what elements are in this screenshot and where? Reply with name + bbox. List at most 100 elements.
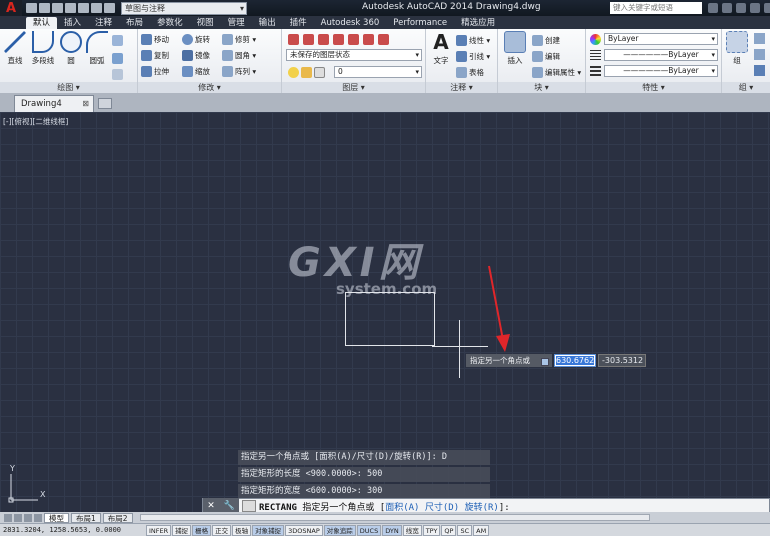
- color-select[interactable]: ByLayer: [604, 33, 718, 45]
- viewport-controls[interactable]: [-][俯视][二维线框]: [3, 116, 68, 127]
- modify-panel-title[interactable]: 修改 ▾: [138, 82, 281, 93]
- close-icon[interactable]: ⊠: [82, 96, 89, 112]
- fillet-button[interactable]: 圆角 ▾: [222, 48, 256, 62]
- status-ducs[interactable]: DUCS: [356, 524, 382, 536]
- command-option-area[interactable]: 面积(A): [385, 503, 419, 513]
- status-lineweight[interactable]: 线宽: [402, 524, 422, 536]
- leader-button[interactable]: 引线 ▾: [456, 49, 490, 63]
- circle-button[interactable]: 圆: [58, 31, 84, 66]
- document-tab[interactable]: Drawing4 ⊠: [14, 95, 94, 112]
- scale-button[interactable]: 缩放: [182, 64, 210, 78]
- draw-region-button[interactable]: [112, 67, 123, 81]
- redo-icon[interactable]: [104, 3, 115, 13]
- search-input[interactable]: 键入关键字或短语: [610, 2, 702, 14]
- draw-panel-title[interactable]: 绘图 ▾: [0, 82, 137, 93]
- stretch-button[interactable]: 拉伸: [141, 64, 169, 78]
- new-icon[interactable]: [26, 3, 37, 13]
- sun-icon[interactable]: [301, 66, 312, 78]
- prev-layout-icon[interactable]: [14, 513, 22, 522]
- status-snap[interactable]: 捕捉: [172, 524, 192, 536]
- tab-performance[interactable]: Performance: [386, 17, 454, 29]
- lineweight-select[interactable]: ——————ByLayer: [604, 65, 718, 77]
- layer-properties-icon[interactable]: [288, 33, 299, 45]
- status-am[interactable]: AM: [473, 524, 490, 536]
- create-block-button[interactable]: 创建: [532, 33, 560, 47]
- dynamic-input-options-icon[interactable]: [541, 358, 549, 366]
- workspace-select[interactable]: 草图与注释: [121, 1, 247, 15]
- current-layer-select[interactable]: 0: [334, 66, 422, 78]
- command-input[interactable]: RECTANG 指定另一个角点或 [面积(A) 尺寸(D) 旋转(R)]:: [259, 500, 510, 513]
- tab-default[interactable]: 默认: [26, 17, 58, 29]
- tab-manage[interactable]: 管理: [221, 17, 252, 29]
- tab-autodesk-360[interactable]: Autodesk 360: [314, 17, 387, 29]
- table-button[interactable]: 表格: [456, 65, 484, 79]
- edit-attribute-button[interactable]: 编辑属性 ▾: [532, 65, 581, 79]
- layer-lock-icon[interactable]: [348, 33, 359, 45]
- unlock-icon[interactable]: [314, 66, 325, 78]
- ungroup-icon[interactable]: [754, 33, 765, 44]
- layer-freeze-icon[interactable]: [333, 33, 344, 45]
- array-button[interactable]: 阵列 ▾: [222, 64, 256, 78]
- insert-block-button[interactable]: 插入: [502, 31, 528, 66]
- undo-icon[interactable]: [91, 3, 102, 13]
- layer-previous-icon[interactable]: [378, 33, 389, 45]
- minimize-icon[interactable]: [750, 3, 760, 13]
- tab-layout[interactable]: 布局: [119, 17, 150, 29]
- first-layout-icon[interactable]: [4, 513, 12, 522]
- status-sc[interactable]: SC: [457, 524, 473, 536]
- arc-button[interactable]: 圆弧: [84, 31, 110, 66]
- status-tpy[interactable]: TPY: [422, 524, 441, 536]
- last-layout-icon[interactable]: [34, 513, 42, 522]
- mirror-button[interactable]: 镜像: [182, 48, 210, 62]
- text-button[interactable]: A 文字: [428, 31, 454, 66]
- save-as-icon[interactable]: [65, 3, 76, 13]
- open-icon[interactable]: [39, 3, 50, 13]
- help-icon[interactable]: [736, 3, 746, 13]
- edit-block-button[interactable]: 编辑: [532, 49, 560, 63]
- properties-panel-title[interactable]: 特性 ▾: [586, 82, 721, 93]
- copy-button[interactable]: 复制: [141, 48, 169, 62]
- dynamic-input-x-field[interactable]: 630.6762: [554, 354, 596, 367]
- status-dyn[interactable]: DYN: [382, 524, 402, 536]
- status-ortho[interactable]: 正交: [212, 524, 232, 536]
- user-icon[interactable]: [722, 3, 732, 13]
- status-polar[interactable]: 极轴: [232, 524, 252, 536]
- rotate-button[interactable]: 旋转: [182, 32, 210, 46]
- tab-plugins[interactable]: 插件: [283, 17, 314, 29]
- status-grid[interactable]: 栅格: [192, 524, 212, 536]
- groups-panel-title[interactable]: 组 ▾: [722, 82, 770, 93]
- customize-icon[interactable]: 🔧: [223, 501, 234, 511]
- application-menu-button[interactable]: A: [0, 0, 22, 16]
- horizontal-scrollbar[interactable]: [140, 514, 650, 521]
- linetype-select[interactable]: ——————ByLayer: [604, 49, 718, 61]
- trim-button[interactable]: 修剪 ▾: [222, 32, 256, 46]
- command-prompt-icon[interactable]: [242, 500, 256, 512]
- draw-hatch-button[interactable]: [112, 51, 123, 65]
- draw-more-button[interactable]: [112, 33, 123, 47]
- layers-panel-title[interactable]: 图层 ▾: [282, 82, 425, 93]
- save-icon[interactable]: [52, 3, 63, 13]
- tab-layout2[interactable]: 布局2: [102, 512, 133, 523]
- group-select-icon[interactable]: [754, 65, 765, 76]
- group-button[interactable]: 组: [724, 31, 750, 66]
- dynamic-input-y-field[interactable]: -303.5312: [598, 354, 646, 367]
- print-icon[interactable]: [78, 3, 89, 13]
- close-icon[interactable]: ✕: [207, 501, 215, 511]
- command-option-rotation[interactable]: 旋转(R): [465, 503, 499, 513]
- tab-output[interactable]: 输出: [252, 17, 283, 29]
- status-qp[interactable]: QP: [441, 524, 457, 536]
- search-icon[interactable]: [708, 3, 718, 13]
- group-edit-icon[interactable]: [754, 49, 765, 60]
- polyline-button[interactable]: 多段线: [28, 31, 58, 66]
- tab-annotate[interactable]: 注释: [88, 17, 119, 29]
- tab-insert[interactable]: 插入: [57, 17, 88, 29]
- status-infer[interactable]: INFER: [146, 524, 172, 536]
- status-3dosnap[interactable]: 3DOSNAP: [285, 524, 323, 536]
- linear-dimension-button[interactable]: 线性 ▾: [456, 33, 490, 47]
- tab-model[interactable]: 模型: [44, 512, 69, 523]
- drawing-canvas[interactable]: [-][俯视][二维线框] GXI网 system.com 指定另一个角点或 6…: [0, 112, 770, 512]
- tab-layout1[interactable]: 布局1: [71, 512, 101, 523]
- block-panel-title[interactable]: 块 ▾: [498, 82, 585, 93]
- tab-featured-apps[interactable]: 精选应用: [454, 17, 502, 29]
- lightbulb-icon[interactable]: [288, 66, 299, 78]
